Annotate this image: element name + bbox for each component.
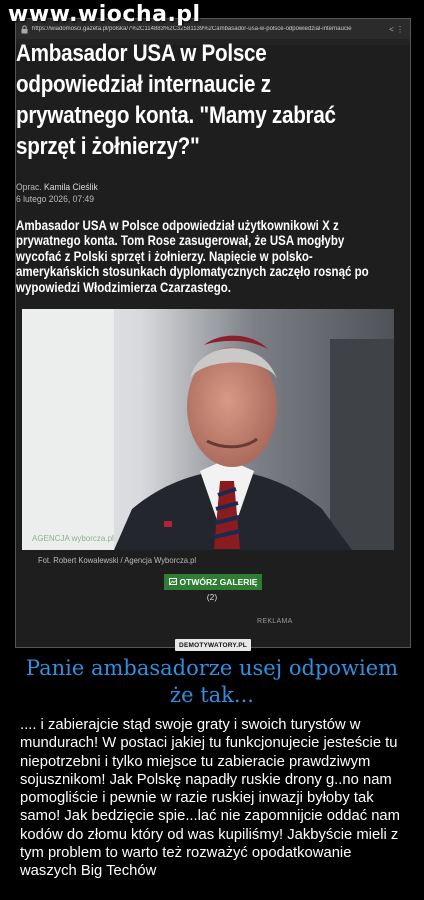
author-name[interactable]: Kamila Cieślik	[44, 182, 98, 193]
photo-illustration: AGENCJA wyborcza.pl	[22, 309, 394, 550]
gallery-count: (2)	[206, 592, 218, 602]
post-title: Panie ambasadorze usej odpowiem że tak..…	[25, 656, 399, 707]
article-lead: Ambasador USA w Polsce odpowiedział użyt…	[16, 218, 369, 295]
article-meta: Oprac. Kamila Cieślik 6 lutego 2026, 07:…	[16, 182, 376, 206]
article-photo[interactable]: AGENCJA wyborcza.pl	[22, 309, 394, 550]
photo-watermark-text: AGENCJA wyborcza.pl	[32, 534, 114, 543]
article: Ambasador USA w Polsce odpowiedział inte…	[16, 38, 380, 295]
author-prefix: Oprac.	[16, 182, 42, 193]
photo-credit: Fot. Robert Kowalewski / Agencja Wyborcz…	[38, 555, 197, 565]
publish-date: 6 lutego 2026, 07:49	[16, 194, 94, 205]
open-gallery-button[interactable]: OTWÓRZ GALERIĘ	[164, 574, 262, 590]
article-headline: Ambasador USA w Polsce odpowiedział inte…	[16, 40, 336, 160]
gallery-button-label: OTWÓRZ GALERIĘ	[179, 577, 258, 587]
site-watermark: www.wiocha.pl	[8, 2, 201, 27]
demotywatory-badge: DEMOTYWATORY.PL	[175, 639, 251, 651]
gallery-icon	[168, 577, 177, 587]
share-icon[interactable]: < ⋮	[389, 25, 404, 34]
post-body: .... i zabierajcie stąd swoje graty i sw…	[20, 717, 400, 880]
ad-label: REKLAMA	[257, 618, 293, 625]
